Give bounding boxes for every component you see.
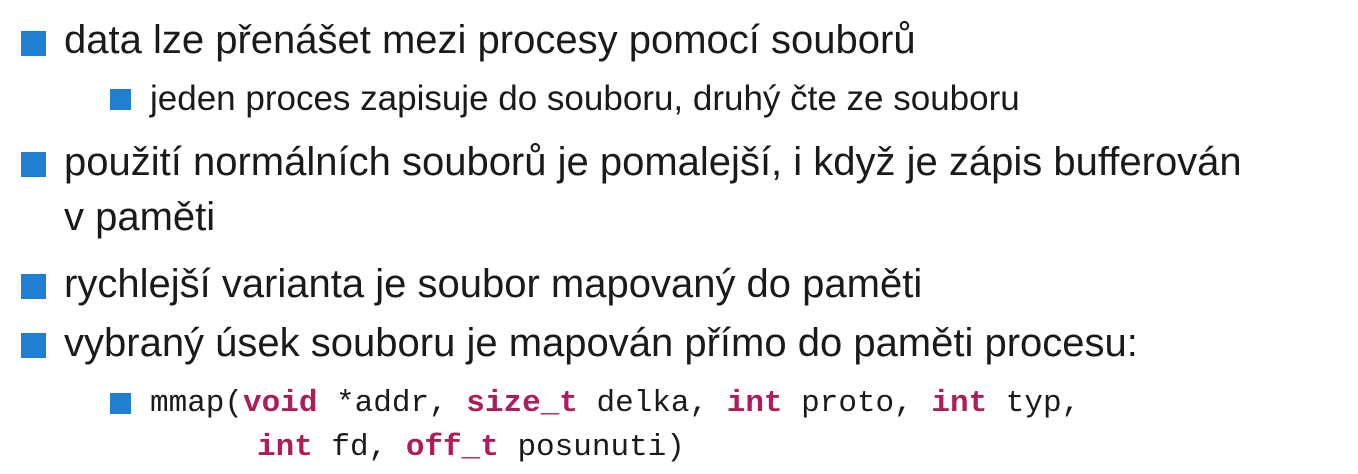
sub-bullet-text: jeden proces zapisuje do souboru, druhý …	[150, 79, 1020, 118]
code-keyword: void	[243, 386, 318, 421]
sub-bullet-marker	[110, 393, 131, 414]
code-text: proto,	[782, 386, 932, 421]
bullet-text: použití normálních souborů je pomalejší,…	[64, 140, 1242, 184]
code-keyword: int	[931, 386, 988, 421]
bullet-marker	[21, 152, 46, 177]
code-text: posunuti)	[498, 430, 685, 465]
code-text: *addr,	[317, 386, 467, 421]
bullet-text-continuation: v paměti	[64, 195, 216, 239]
bullet-text: data lze přenášet mezi procesy pomocí so…	[64, 18, 916, 62]
bullet-marker	[21, 274, 46, 299]
bullet-marker	[21, 31, 46, 56]
bullet-marker	[21, 333, 46, 358]
code-keyword: off_t	[405, 430, 499, 465]
code-keyword: size_t	[466, 386, 578, 421]
bullet-text: rychlejší varianta je soubor mapovaný do…	[64, 262, 923, 306]
code-keyword: int	[257, 430, 313, 465]
code-text: mmap(	[150, 386, 244, 421]
code-text: fd,	[312, 430, 406, 465]
code-text: typ,	[987, 386, 1081, 421]
code-line-1: mmap(void *addr, size_t delka, int proto…	[150, 382, 1080, 426]
code-line-2: int fd, off_t posunuti)	[257, 426, 685, 470]
sub-bullet-marker	[110, 89, 131, 110]
code-keyword: int	[726, 386, 783, 421]
bullet-text: vybraný úsek souboru je mapován přímo do…	[64, 321, 1138, 365]
code-text: delka,	[577, 386, 727, 421]
